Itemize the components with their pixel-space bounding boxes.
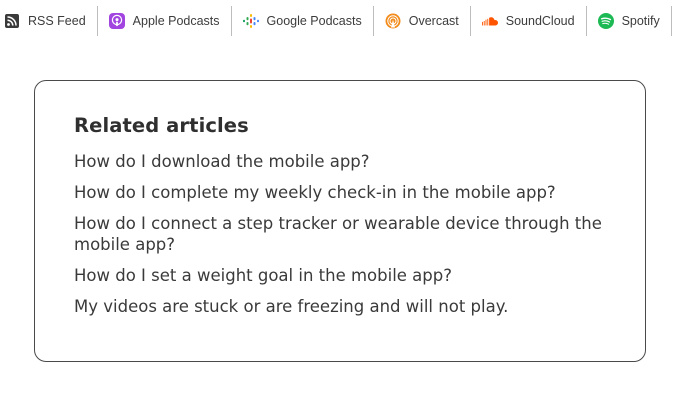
related-articles-list: How do I download the mobile app? How do… bbox=[74, 151, 614, 327]
overcast-link[interactable]: Overcast bbox=[374, 6, 471, 36]
rss-icon bbox=[4, 13, 20, 29]
spotify-label: Spotify bbox=[621, 14, 660, 28]
soundcloud-icon bbox=[481, 13, 498, 29]
article-link-weekly-check-in[interactable]: How do I complete my weekly check-in in … bbox=[74, 182, 614, 203]
google-podcasts-label: Google Podcasts bbox=[266, 14, 362, 28]
google-podcasts-link[interactable]: Google Podcasts bbox=[232, 6, 374, 36]
overcast-label: Overcast bbox=[408, 14, 459, 28]
overcast-icon bbox=[385, 13, 401, 29]
related-articles-title: Related articles bbox=[74, 114, 249, 137]
google-podcasts-icon bbox=[242, 13, 259, 29]
spotify-icon bbox=[597, 13, 614, 29]
related-articles-card: Related articles How do I download the m… bbox=[34, 80, 646, 362]
apple-podcasts-icon bbox=[108, 13, 125, 29]
soundcloud-label: SoundCloud bbox=[505, 14, 575, 28]
soundcloud-link[interactable]: SoundCloud bbox=[471, 6, 587, 36]
podcast-links-bar: RSS Feed Apple Podcasts Google Podcasts … bbox=[0, 0, 700, 42]
rss-feed-label: RSS Feed bbox=[28, 14, 86, 28]
article-link-step-tracker[interactable]: How do I connect a step tracker or weara… bbox=[74, 213, 614, 255]
spotify-link[interactable]: Spotify bbox=[587, 6, 672, 36]
apple-podcasts-label: Apple Podcasts bbox=[132, 14, 220, 28]
article-link-weight-goal[interactable]: How do I set a weight goal in the mobile… bbox=[74, 265, 614, 286]
article-link-videos-stuck[interactable]: My videos are stuck or are freezing and … bbox=[74, 296, 614, 317]
rss-feed-link[interactable]: RSS Feed bbox=[0, 6, 98, 36]
apple-podcasts-link[interactable]: Apple Podcasts bbox=[98, 6, 232, 36]
article-link-download-app[interactable]: How do I download the mobile app? bbox=[74, 151, 614, 172]
